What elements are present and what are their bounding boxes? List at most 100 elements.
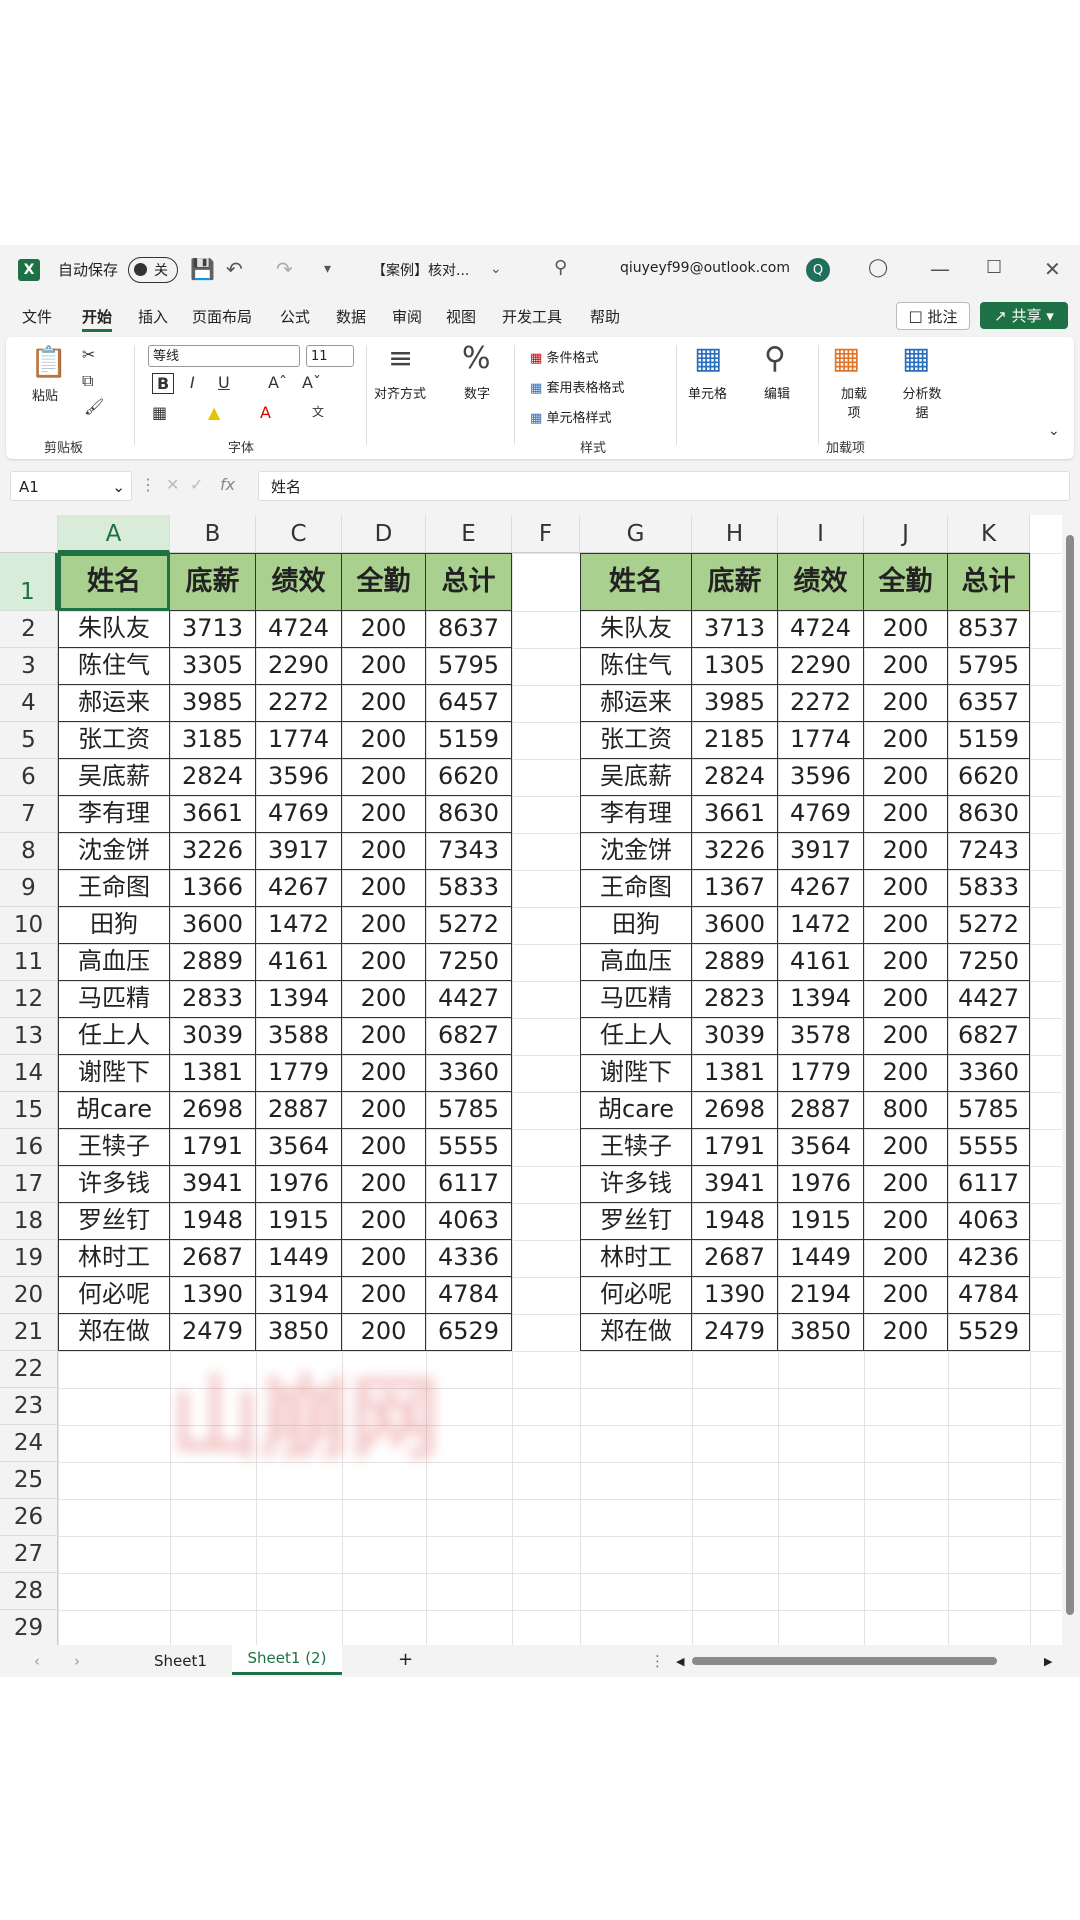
- column-header-e[interactable]: E: [426, 515, 512, 553]
- enter-icon[interactable]: ✓: [190, 475, 203, 494]
- t1-cell[interactable]: 200: [342, 1240, 426, 1277]
- t2-cell[interactable]: 5555: [948, 1129, 1030, 1166]
- tab-help[interactable]: 帮助: [590, 306, 620, 327]
- t1-cell[interactable]: 5272: [426, 907, 512, 944]
- t1-cell[interactable]: 6827: [426, 1018, 512, 1055]
- tab-insert[interactable]: 插入: [138, 306, 168, 327]
- t1-cell[interactable]: 1381: [170, 1055, 256, 1092]
- select-all-corner[interactable]: [0, 515, 58, 553]
- row-header-4[interactable]: 4: [0, 685, 58, 722]
- t2-cell[interactable]: 2889: [692, 944, 778, 981]
- t2-cell[interactable]: 何必呢: [580, 1277, 692, 1314]
- t2-cell[interactable]: 1915: [778, 1203, 864, 1240]
- t2-cell[interactable]: 200: [864, 1314, 948, 1351]
- alignment-button[interactable]: 对齐方式: [374, 383, 426, 402]
- t1-cell[interactable]: 1449: [256, 1240, 342, 1277]
- t1-cell[interactable]: 沈金饼: [58, 833, 170, 870]
- row-header-17[interactable]: 17: [0, 1166, 58, 1203]
- document-title[interactable]: 【案例】核对...: [372, 260, 469, 280]
- tab-developer[interactable]: 开发工具: [502, 306, 562, 327]
- t2-cell[interactable]: 许多钱: [580, 1166, 692, 1203]
- t2-cell[interactable]: 罗丝钉: [580, 1203, 692, 1240]
- cells-icon[interactable]: ▦: [694, 341, 722, 376]
- t1-cell[interactable]: 1774: [256, 722, 342, 759]
- t2-cell[interactable]: 4427: [948, 981, 1030, 1018]
- t2-cell[interactable]: 5272: [948, 907, 1030, 944]
- analyze-data-button[interactable]: 分析数据: [902, 383, 942, 421]
- t1-cell[interactable]: 1390: [170, 1277, 256, 1314]
- t2-cell[interactable]: 4724: [778, 611, 864, 648]
- t1-cell[interactable]: 1472: [256, 907, 342, 944]
- t2-cell[interactable]: 沈金饼: [580, 833, 692, 870]
- t2-cell[interactable]: 3564: [778, 1129, 864, 1166]
- t1-cell[interactable]: 200: [342, 1277, 426, 1314]
- t2-cell[interactable]: 3661: [692, 796, 778, 833]
- t2-cell[interactable]: 5785: [948, 1092, 1030, 1129]
- fill-color-icon[interactable]: ▲: [208, 403, 220, 422]
- t2-cell[interactable]: 3360: [948, 1055, 1030, 1092]
- t1-cell[interactable]: 200: [342, 722, 426, 759]
- t1-cell[interactable]: 4769: [256, 796, 342, 833]
- t1-cell[interactable]: 5833: [426, 870, 512, 907]
- t2-cell[interactable]: 8630: [948, 796, 1030, 833]
- t1-cell[interactable]: 2290: [256, 648, 342, 685]
- tabs-options-icon[interactable]: ⋮: [650, 1652, 665, 1670]
- tab-file[interactable]: 文件: [22, 306, 52, 327]
- t1-cell[interactable]: 200: [342, 944, 426, 981]
- t1-cell[interactable]: 4063: [426, 1203, 512, 1240]
- row-header-13[interactable]: 13: [0, 1018, 58, 1055]
- conditional-format-button[interactable]: ▦ 条件格式: [530, 347, 598, 366]
- cells-button[interactable]: 单元格: [688, 383, 727, 402]
- phonetic-icon[interactable]: 文: [312, 403, 324, 420]
- t2-cell[interactable]: 王命图: [580, 870, 692, 907]
- t1-cell[interactable]: 2833: [170, 981, 256, 1018]
- t1-header-cell[interactable]: 绩效: [256, 553, 342, 611]
- t2-cell[interactable]: 3985: [692, 685, 778, 722]
- t2-cell[interactable]: 郝运来: [580, 685, 692, 722]
- cell-style-button[interactable]: ▦ 单元格样式: [530, 407, 611, 426]
- t1-cell[interactable]: 林时工: [58, 1240, 170, 1277]
- t1-cell[interactable]: 4724: [256, 611, 342, 648]
- decrease-font-icon[interactable]: Aˇ: [302, 373, 321, 392]
- increase-font-icon[interactable]: Aˆ: [268, 373, 287, 392]
- t2-cell[interactable]: 200: [864, 759, 948, 796]
- t1-header-cell[interactable]: 姓名: [58, 553, 170, 611]
- t1-cell[interactable]: 4427: [426, 981, 512, 1018]
- addins-button[interactable]: 加载项: [836, 383, 872, 421]
- t2-cell[interactable]: 2290: [778, 648, 864, 685]
- row-header-19[interactable]: 19: [0, 1240, 58, 1277]
- t2-cell[interactable]: 3226: [692, 833, 778, 870]
- t2-cell[interactable]: 王犊子: [580, 1129, 692, 1166]
- column-header-d[interactable]: D: [342, 515, 426, 553]
- t2-cell[interactable]: 2272: [778, 685, 864, 722]
- row-header-25[interactable]: 25: [0, 1462, 58, 1499]
- tab-page-layout[interactable]: 页面布局: [192, 306, 252, 327]
- share-button[interactable]: ↗ 共享 ▾: [980, 302, 1068, 329]
- t2-header-cell[interactable]: 全勤: [864, 553, 948, 611]
- t2-cell[interactable]: 4161: [778, 944, 864, 981]
- tab-view[interactable]: 视图: [446, 306, 476, 327]
- t2-cell[interactable]: 3941: [692, 1166, 778, 1203]
- t2-cell[interactable]: 3039: [692, 1018, 778, 1055]
- row-header-11[interactable]: 11: [0, 944, 58, 981]
- prev-sheet-icon[interactable]: ‹: [34, 1652, 40, 1670]
- ribbon-collapse-icon[interactable]: ⌄: [1048, 423, 1060, 439]
- t1-cell[interactable]: 郝运来: [58, 685, 170, 722]
- t1-cell[interactable]: 3039: [170, 1018, 256, 1055]
- add-sheet-button[interactable]: +: [398, 1649, 413, 1670]
- font-name-select[interactable]: 等线: [148, 345, 300, 367]
- analyze-data-icon[interactable]: ▦: [902, 341, 930, 376]
- row-header-28[interactable]: 28: [0, 1573, 58, 1610]
- t2-cell[interactable]: 5795: [948, 648, 1030, 685]
- table-format-button[interactable]: ▦ 套用表格格式: [530, 377, 624, 396]
- t2-cell[interactable]: 林时工: [580, 1240, 692, 1277]
- t1-cell[interactable]: 2272: [256, 685, 342, 722]
- t2-cell[interactable]: 4063: [948, 1203, 1030, 1240]
- t2-cell[interactable]: 200: [864, 833, 948, 870]
- t2-cell[interactable]: 8537: [948, 611, 1030, 648]
- row-header-27[interactable]: 27: [0, 1536, 58, 1573]
- t1-cell[interactable]: 3564: [256, 1129, 342, 1166]
- t2-cell[interactable]: 吴底薪: [580, 759, 692, 796]
- edit-button[interactable]: 编辑: [764, 383, 790, 402]
- t2-cell[interactable]: 5833: [948, 870, 1030, 907]
